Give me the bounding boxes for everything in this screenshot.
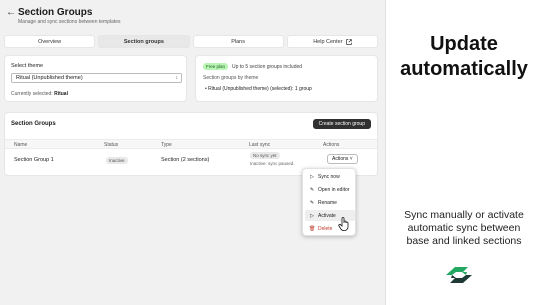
app-panel: ← Section Groups Manage and sync section… <box>0 0 386 305</box>
page-subtitle: Manage and sync sections between templat… <box>18 19 121 25</box>
promo-description-line: automatic sync between <box>407 222 521 234</box>
menu-item-open-in-editor[interactable]: ✎ Open in editor <box>305 184 355 195</box>
section-groups-card: Section Groups Create section group Name… <box>4 112 378 176</box>
menu-item-label: Delete <box>318 225 333 232</box>
menu-item-rename[interactable]: ✎ Rename <box>305 197 355 208</box>
column-header-status: Status <box>104 142 119 148</box>
chevron-down-icon: ˅ <box>349 156 353 162</box>
promo-description: Sync manually or activate automatic sync… <box>386 209 542 248</box>
menu-item-label: Activate <box>318 212 336 219</box>
row-type: Section (2 sections) <box>161 157 210 163</box>
actions-button[interactable]: Actions ˅ <box>327 154 358 164</box>
menu-item-label: Sync now <box>318 173 340 180</box>
actions-button-label: Actions <box>332 156 349 162</box>
hand-cursor-icon <box>338 217 349 231</box>
promo-description-line: Sync manually or activate <box>404 209 524 221</box>
tab-label: Help Center <box>313 38 343 45</box>
play-icon: ▷ <box>310 173 314 180</box>
external-link-icon <box>345 38 352 45</box>
theme-select-value: Ritual (Unpublished theme) <box>16 75 83 81</box>
promo-headline: Update automatically <box>386 32 542 82</box>
menu-item-sync-now[interactable]: ▷ Sync now <box>305 171 355 182</box>
trash-icon: 🗑 <box>309 225 316 232</box>
column-header-type: Type <box>161 142 172 148</box>
promo-headline-line: Update <box>430 33 498 55</box>
arrow-left-icon[interactable]: ← <box>6 7 16 19</box>
plan-by-theme-label: Section groups by theme <box>203 75 259 81</box>
plan-theme-item-text: Ritual (Unpublished theme) (selected): 1… <box>208 86 312 92</box>
status-badge: Inactive <box>106 157 128 164</box>
sync-note: Inactive: sync paused. <box>250 161 295 166</box>
section-groups-title: Section Groups <box>11 121 56 127</box>
column-header-actions: Actions <box>323 142 340 148</box>
tab-label: Plans <box>231 38 245 45</box>
menu-item-label: Rename <box>318 199 337 206</box>
promo-description-line: base and linked sections <box>406 235 522 247</box>
tab-label: Overview <box>38 38 62 45</box>
create-section-group-button[interactable]: Create section group <box>312 119 371 129</box>
tab-plans[interactable]: Plans <box>192 35 284 48</box>
current-theme-prefix: Currently selected: <box>11 91 53 97</box>
plan-theme-item: • Ritual (Unpublished theme) (selected):… <box>205 86 312 92</box>
sync-badge: No sync yet <box>250 152 280 159</box>
tab-section-groups[interactable]: Section groups <box>98 35 190 48</box>
promo-headline-line: automatically <box>400 58 528 80</box>
sync-logo-icon <box>446 267 472 283</box>
theme-select[interactable]: Ritual (Unpublished theme) ↕ <box>11 73 182 83</box>
pencil-icon: ✎ <box>309 186 315 193</box>
row-name[interactable]: Section Group 1 <box>14 157 54 163</box>
current-theme: Currently selected: Ritual <box>11 91 68 97</box>
menu-item-label: Open in editor <box>318 186 350 193</box>
select-theme-label: Select theme <box>11 63 44 69</box>
select-chevron-icon: ↕ <box>175 75 179 81</box>
tab-overview[interactable]: Overview <box>4 35 96 48</box>
pencil-icon: ✎ <box>309 199 315 206</box>
play-icon: ▷ <box>310 212 314 219</box>
column-header-last-sync: Last sync <box>249 142 271 148</box>
theme-card: Select theme Ritual (Unpublished theme) … <box>4 55 187 102</box>
plan-card: Free plan Up to 5 section groups include… <box>195 55 378 102</box>
tab-help-center[interactable]: Help Center <box>286 35 378 48</box>
promo-panel: Update automatically Sync manually or ac… <box>386 0 542 305</box>
tab-bar: Overview Section groups Plans Help Cente… <box>4 35 378 48</box>
column-header-name: Name <box>14 142 28 148</box>
current-theme-value: Ritual <box>54 91 68 97</box>
table-header: Name Status Type Last sync Actions <box>5 139 377 149</box>
tab-label: Section groups <box>123 38 164 45</box>
free-plan-badge: Free plan <box>203 63 229 70</box>
page-title: Section Groups <box>18 7 93 18</box>
plan-limit-text: Up to 5 section groups included <box>232 64 303 70</box>
